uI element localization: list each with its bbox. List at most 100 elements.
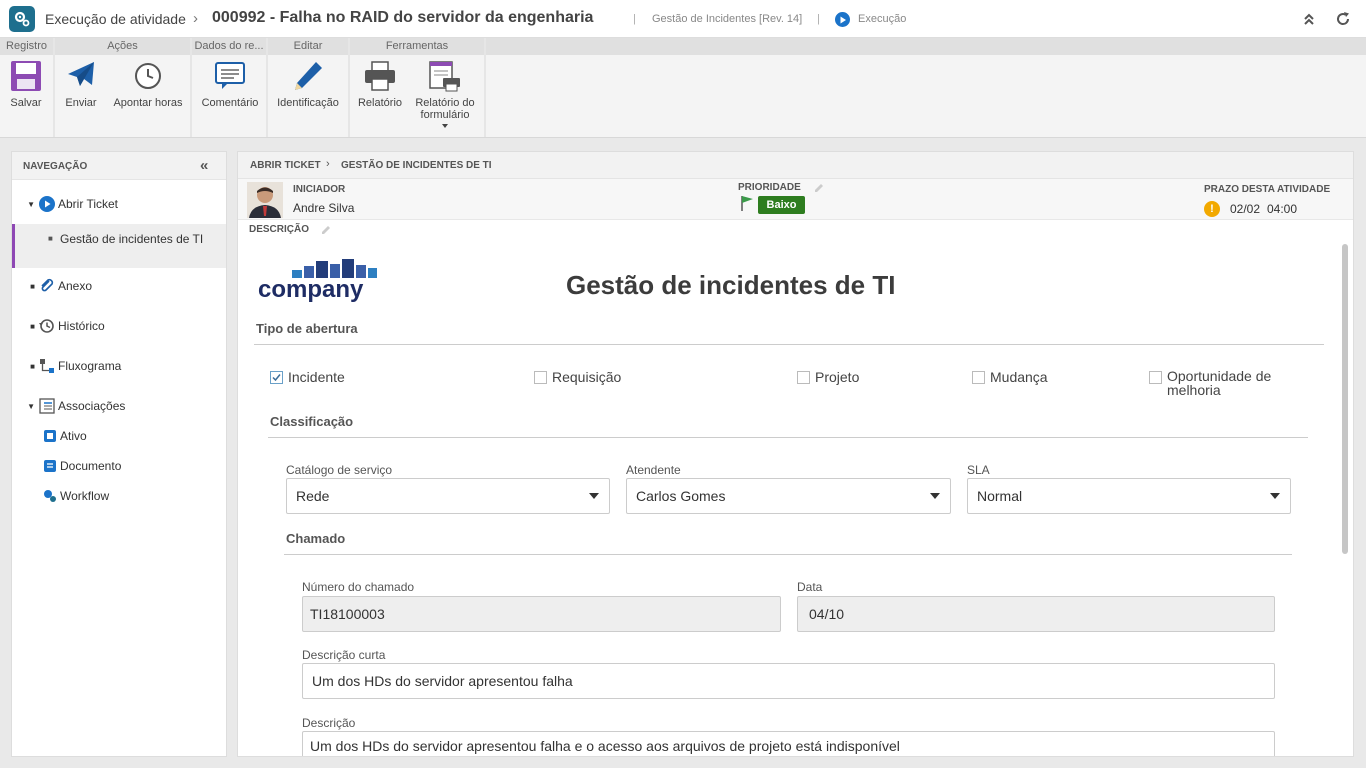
nav-item-active-form[interactable]: ■ Gestão de incidentes de TI — [12, 224, 226, 268]
checkbox-requisicao[interactable]: Requisição — [534, 369, 621, 385]
workflow-icon — [42, 489, 58, 503]
checkbox-label: Projeto — [815, 369, 860, 385]
navigation-panel: NAVEGAÇÃO « ▼ Abrir Ticket ■ Gestão de i… — [11, 151, 227, 757]
document-title: 000992 - Falha no RAID do servidor da en… — [212, 9, 594, 26]
nav-label: Abrir Ticket — [58, 197, 119, 211]
nav-subitem-document[interactable]: Documento — [42, 455, 121, 477]
initiator-name: Andre Silva — [293, 201, 355, 215]
deadline-date: 02/02 — [1230, 202, 1261, 216]
top-header: Execução de atividade › 000992 - Falha n… — [0, 0, 1366, 38]
identification-label: Identificação — [277, 97, 339, 109]
identification-button[interactable]: Identificação — [274, 58, 342, 109]
checkbox-checked-icon[interactable] — [270, 371, 283, 384]
checkbox-icon[interactable] — [797, 371, 810, 384]
checkbox-label: Requisição — [552, 369, 622, 385]
dropdown-arrow-icon — [442, 124, 448, 128]
attendant-select[interactable]: Carlos Gomes — [626, 478, 951, 514]
log-hours-button[interactable]: Apontar horas — [110, 58, 186, 109]
description-label: DESCRIÇÃO — [249, 224, 310, 235]
breadcrumb-item[interactable]: ABRIR TICKET — [250, 160, 321, 171]
ribbon-group-ferramentas: Ferramentas — [350, 38, 484, 55]
report-button[interactable]: Relatório — [356, 58, 404, 109]
nav-item-history[interactable]: ■ Histórico — [12, 314, 226, 338]
ribbon-group-acoes: Ações — [55, 38, 190, 55]
service-catalog-select[interactable]: Rede — [286, 478, 610, 514]
ticket-number-label: Número do chamado — [302, 580, 415, 594]
scrollbar[interactable] — [1342, 244, 1348, 554]
checkbox-icon[interactable] — [972, 371, 985, 384]
breadcrumb: ABRIR TICKET › GESTÃO DE INCIDENTES DE T… — [238, 152, 1353, 179]
warning-icon: ! — [1204, 201, 1220, 217]
save-label: Salvar — [10, 97, 42, 109]
sla-label: SLA — [967, 463, 990, 477]
bullet: ■ — [30, 361, 35, 371]
clock-icon — [133, 58, 163, 94]
form-report-label: Relatório do formulário — [415, 97, 475, 121]
app-logo-icon — [9, 6, 35, 32]
comment-button[interactable]: Comentário — [198, 58, 262, 109]
collapse-up-icon[interactable] — [1302, 11, 1316, 30]
header-divider: | — [633, 13, 636, 25]
refresh-icon[interactable] — [1334, 10, 1352, 31]
ribbon-toolbar: Registro Ações Dados do re... Editar Fer… — [0, 38, 1366, 138]
nav-label: Histórico — [58, 319, 105, 333]
play-icon — [835, 12, 850, 27]
nav-item-associations[interactable]: ▼ Associações — [12, 394, 226, 418]
send-button[interactable]: Enviar — [61, 58, 101, 109]
pencil-icon — [292, 58, 324, 94]
description-textarea[interactable]: Um dos HDs do servidor apresentou falha … — [302, 731, 1275, 756]
flowchart-icon — [38, 358, 56, 374]
save-button[interactable]: Salvar — [6, 58, 46, 109]
checkbox-label: Incidente — [288, 369, 345, 385]
checkbox-mudanca[interactable]: Mudança — [972, 369, 1048, 385]
document-icon — [42, 459, 58, 473]
edit-pencil-icon[interactable] — [814, 183, 824, 193]
ribbon-divider — [266, 38, 268, 137]
nav-label: Workflow — [60, 489, 110, 503]
asset-icon — [42, 429, 58, 443]
expand-down-icon[interactable]: ▼ — [12, 402, 38, 411]
form-report-button[interactable]: Relatório do formulário — [412, 58, 478, 129]
comment-icon — [214, 58, 246, 94]
checkbox-oportunidade[interactable]: Oportunidade de melhoria — [1149, 369, 1299, 397]
nav-subitem-asset[interactable]: Ativo — [42, 425, 87, 447]
date-field: 04/10 — [797, 596, 1275, 632]
bullet: ■ — [30, 281, 35, 291]
ticket-section-title: Chamado — [286, 531, 346, 546]
checkbox-icon[interactable] — [534, 371, 547, 384]
initiator-label: INICIADOR — [293, 184, 346, 195]
nav-item-flowchart[interactable]: ■ Fluxograma — [12, 354, 226, 378]
avatar — [247, 182, 283, 218]
nav-label: Anexo — [58, 279, 93, 293]
short-description-input[interactable]: Um dos HDs do servidor apresentou falha — [302, 663, 1275, 699]
checkbox-incidente[interactable]: Incidente — [270, 369, 345, 385]
deadline-time: 04:00 — [1267, 202, 1298, 216]
nav-subitem-workflow[interactable]: Workflow — [42, 485, 109, 507]
sla-select[interactable]: Normal — [967, 478, 1291, 514]
priority-badge: Baixo — [758, 196, 805, 214]
checkbox-projeto[interactable]: Projeto — [797, 369, 859, 385]
ribbon-divider — [348, 38, 350, 137]
dropdown-arrow-icon — [589, 493, 599, 499]
ribbon-divider — [484, 38, 486, 137]
nav-item-attachment[interactable]: ■ Anexo — [12, 274, 226, 298]
nav-label: Fluxograma — [58, 359, 122, 373]
short-description-label: Descrição curta — [302, 648, 386, 662]
bullet: ■ — [30, 321, 35, 331]
process-name: Gestão de Incidentes [Rev. 14] — [652, 13, 803, 25]
service-catalog-label: Catálogo de serviço — [286, 463, 393, 477]
history-icon — [38, 318, 56, 334]
checkbox-label: Mudança — [990, 369, 1048, 385]
checkbox-icon[interactable] — [1149, 371, 1162, 384]
nav-label: Documento — [60, 459, 122, 473]
opening-type-title: Tipo de abertura — [256, 321, 358, 336]
edit-pencil-icon[interactable] — [321, 225, 331, 235]
main-panel: ABRIR TICKET › GESTÃO DE INCIDENTES DE T… — [237, 151, 1354, 757]
nav-item-open-ticket[interactable]: ▼ Abrir Ticket — [12, 192, 226, 216]
collapse-left-icon[interactable]: « — [200, 157, 208, 174]
header-divider: | — [817, 13, 820, 25]
navigation-title: NAVEGAÇÃO — [23, 161, 88, 172]
checkbox-label: Oportunidade de melhoria — [1167, 368, 1272, 398]
expand-down-icon[interactable]: ▼ — [12, 200, 38, 209]
ribbon-group-editar: Editar — [268, 38, 348, 55]
